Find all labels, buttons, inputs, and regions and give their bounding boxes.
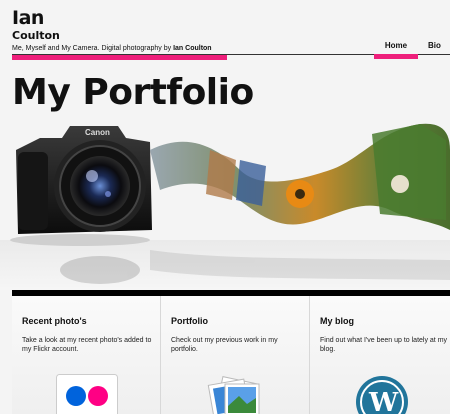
tagline-text: Me, Myself and My Camera. Digital photog… bbox=[12, 45, 174, 52]
camera-shadow bbox=[10, 234, 150, 246]
hero-image: Canon bbox=[10, 123, 450, 284]
box-recent-photos[interactable]: Recent photo's Take a look at my recent … bbox=[12, 296, 161, 414]
nav-active-indicator bbox=[374, 54, 418, 59]
svg-text:W: W bbox=[368, 388, 399, 414]
wordpress-icon[interactable]: W bbox=[354, 374, 410, 414]
header-accent-bar bbox=[12, 55, 227, 60]
box-title: Recent photo's bbox=[22, 316, 87, 326]
page-title: My Portfolio bbox=[12, 72, 254, 113]
nav-home-link[interactable]: Home bbox=[374, 39, 418, 59]
tagline: Me, Myself and My Camera. Digital photog… bbox=[12, 44, 212, 53]
box-title: Portfolio bbox=[171, 316, 208, 326]
box-portfolio[interactable]: Portfolio Check out my previous work in … bbox=[161, 296, 310, 414]
logo-last-name[interactable]: Coulton bbox=[12, 29, 60, 42]
tagline-author: Ian Coulton bbox=[173, 45, 212, 52]
flickr-icon[interactable] bbox=[56, 374, 118, 414]
camera-icon: Canon bbox=[16, 126, 152, 234]
box-text: Take a look at my recent photo's added t… bbox=[22, 337, 152, 353]
box-blog[interactable]: My blog Find out what I've been up to la… bbox=[310, 296, 450, 414]
site-header: Ian Coulton Me, Myself and My Camera. Di… bbox=[0, 0, 450, 62]
feature-boxes: Recent photo's Take a look at my recent … bbox=[12, 296, 450, 414]
box-text: Check out my previous work in my portfol… bbox=[171, 337, 278, 353]
logo-first-name[interactable]: Ian bbox=[12, 9, 44, 28]
bird-photo bbox=[391, 175, 409, 193]
box-title: My blog bbox=[320, 316, 354, 326]
nav-bio-label: Bio bbox=[428, 41, 441, 50]
camera-brand-label: Canon bbox=[85, 128, 110, 137]
nav-bio-link[interactable]: Bio bbox=[428, 39, 450, 59]
nav-home-label: Home bbox=[384, 41, 408, 50]
box-text: Find out what I've been up to lately at … bbox=[320, 337, 448, 353]
photos-stack-icon[interactable] bbox=[201, 376, 271, 414]
